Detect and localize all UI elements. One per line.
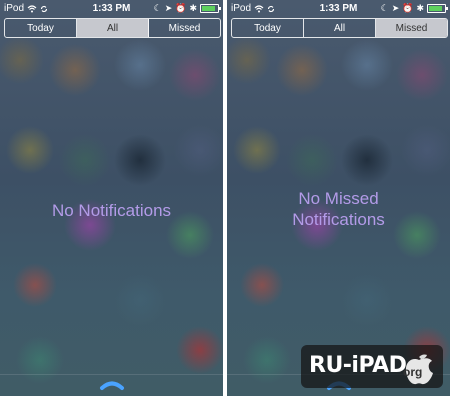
moon-icon: ☾ bbox=[153, 3, 162, 13]
tab-missed[interactable]: Missed bbox=[149, 19, 220, 37]
location-arrow-icon: ➤ bbox=[164, 3, 173, 13]
empty-notifications-message: No Notifications bbox=[51, 201, 172, 220]
tab-today[interactable]: Today bbox=[5, 19, 77, 37]
bluetooth-icon: ✱ bbox=[189, 3, 197, 13]
battery-icon bbox=[427, 4, 448, 13]
moon-icon: ☾ bbox=[380, 3, 389, 13]
tab-missed[interactable]: Missed bbox=[376, 19, 447, 37]
status-bar: iPod 1:33 PM ☾ ➤ ⏰ ✱ bbox=[0, 0, 223, 18]
battery-icon bbox=[200, 4, 221, 13]
screen-all: iPod 1:33 PM ☾ ➤ ⏰ ✱ Today All Missed No… bbox=[0, 0, 223, 396]
alarm-icon: ⏰ bbox=[402, 3, 414, 13]
notification-tabs: Today All Missed bbox=[4, 18, 221, 38]
chevron-up-handle-icon[interactable] bbox=[98, 376, 126, 392]
watermark-logo: RU-iPAD org bbox=[301, 345, 443, 388]
status-bar: iPod 1:33 PM ☾ ➤ ⏰ ✱ bbox=[227, 0, 450, 18]
tab-all[interactable]: All bbox=[77, 19, 149, 37]
bluetooth-icon: ✱ bbox=[416, 3, 424, 13]
bottom-divider bbox=[0, 374, 223, 375]
notification-tabs: Today All Missed bbox=[231, 18, 448, 38]
alarm-icon: ⏰ bbox=[175, 3, 187, 13]
watermark-suffix: org bbox=[403, 365, 423, 379]
message-line: Notifications bbox=[292, 210, 385, 229]
screen-missed: iPod 1:33 PM ☾ ➤ ⏰ ✱ Today All Missed No… bbox=[227, 0, 450, 396]
message-line: No Missed bbox=[298, 189, 379, 208]
blurred-background bbox=[0, 0, 223, 396]
empty-missed-message: No Missed Notifications bbox=[227, 188, 450, 230]
location-arrow-icon: ➤ bbox=[391, 3, 400, 13]
tab-today[interactable]: Today bbox=[232, 19, 304, 37]
watermark-text: RU-iPAD bbox=[309, 353, 407, 378]
tab-all[interactable]: All bbox=[304, 19, 376, 37]
